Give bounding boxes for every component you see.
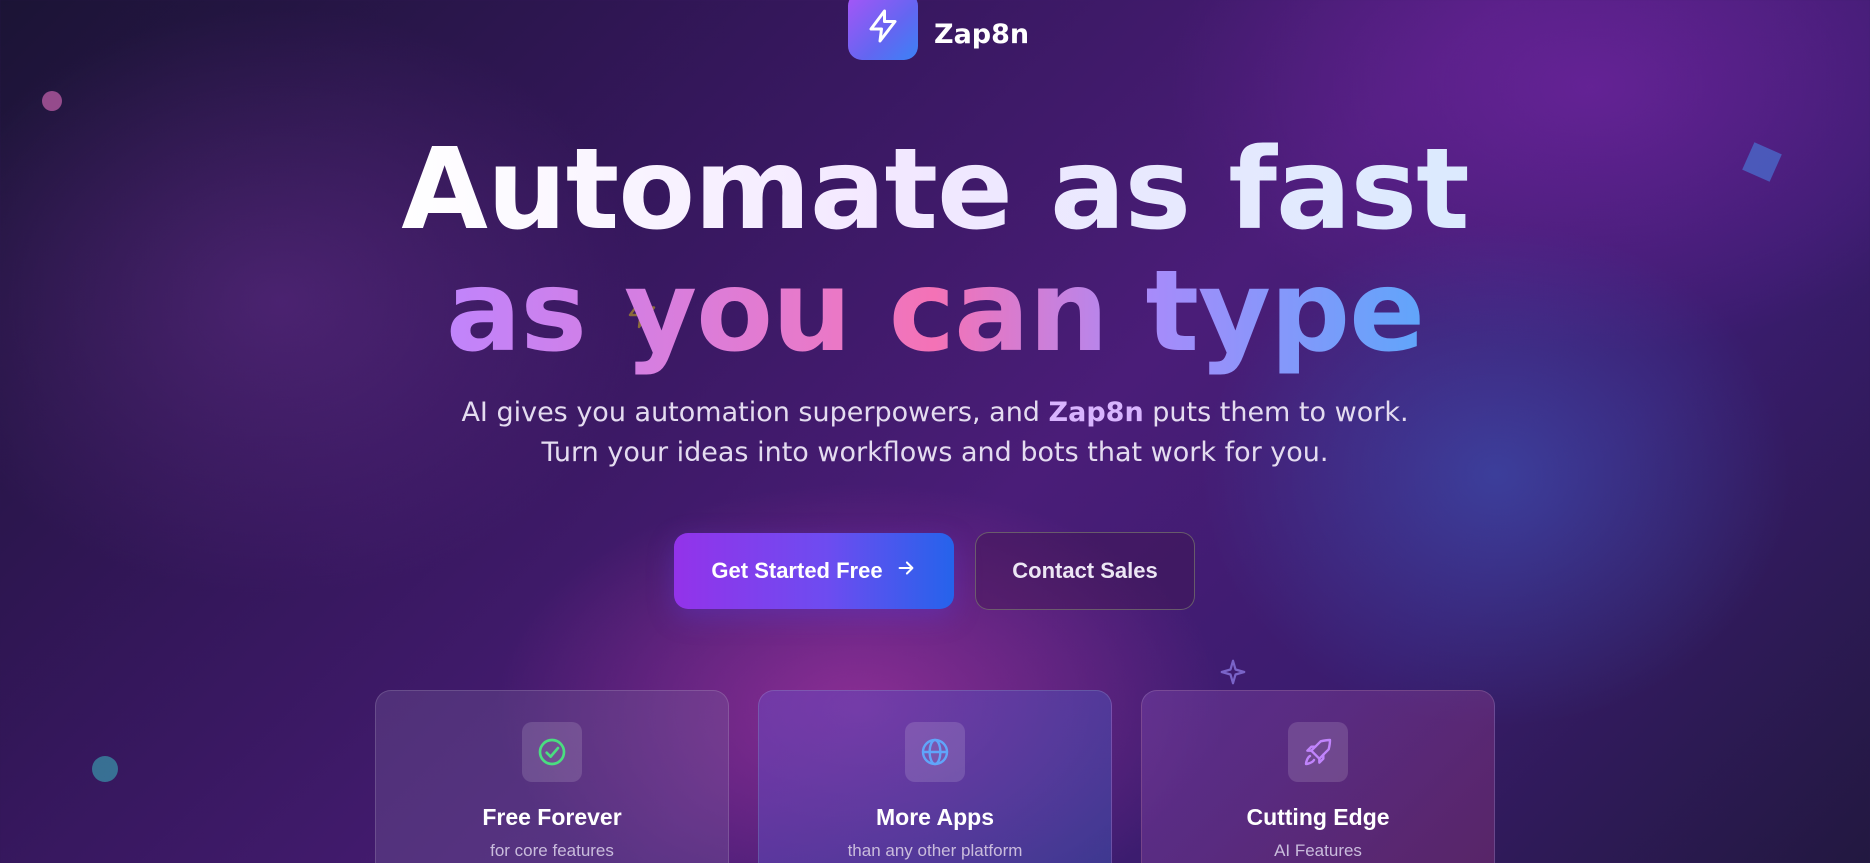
globe-icon: [905, 722, 965, 782]
get-started-free-button[interactable]: Get Started Free: [674, 533, 954, 609]
feature-subtitle: AI Features: [1274, 841, 1362, 860]
headline-text: Automate as fast: [401, 125, 1469, 255]
decorative-sparkle-icon: [1218, 656, 1248, 692]
subtitle-text: puts them to work.: [1143, 397, 1409, 428]
rocket-icon: [1288, 722, 1348, 782]
feature-card-cutting-edge: Cutting Edge AI Features: [1141, 690, 1495, 863]
hero-headline-line-1: Automate as fast: [0, 134, 1870, 246]
brand-logo[interactable]: Zap8n: [848, 0, 1029, 60]
headline-gradient-text: as you can type: [445, 247, 1425, 377]
brand-name: Zap8n: [934, 18, 1030, 50]
subtitle-brand-highlight: Zap8n: [1048, 397, 1144, 428]
arrow-right-icon: [895, 557, 917, 585]
get-started-label: Get Started Free: [711, 558, 883, 583]
hero-subtitle: AI gives you automation superpowers, and…: [0, 393, 1870, 473]
contact-sales-label: Contact Sales: [1012, 558, 1158, 583]
check-circle-icon: [522, 722, 582, 782]
feature-title: Cutting Edge: [1246, 804, 1390, 830]
subtitle-line-1: AI gives you automation superpowers, and…: [0, 393, 1870, 433]
feature-subtitle: for core features: [490, 841, 614, 860]
contact-sales-button[interactable]: Contact Sales: [975, 532, 1195, 610]
lightning-bolt-icon: [848, 0, 918, 60]
subtitle-text: AI gives you automation superpowers, and: [461, 397, 1049, 428]
feature-card-free-forever: Free Forever for core features: [375, 690, 729, 863]
feature-subtitle: than any other platform: [847, 841, 1023, 860]
feature-title: Free Forever: [482, 804, 622, 830]
feature-title: More Apps: [876, 804, 994, 830]
hero-headline-line-2: as you can type: [0, 256, 1870, 368]
decorative-dot: [92, 756, 118, 782]
decorative-dot: [42, 91, 62, 111]
subtitle-line-2: Turn your ideas into workflows and bots …: [541, 437, 1329, 468]
feature-card-more-apps: More Apps than any other platform: [758, 690, 1112, 863]
